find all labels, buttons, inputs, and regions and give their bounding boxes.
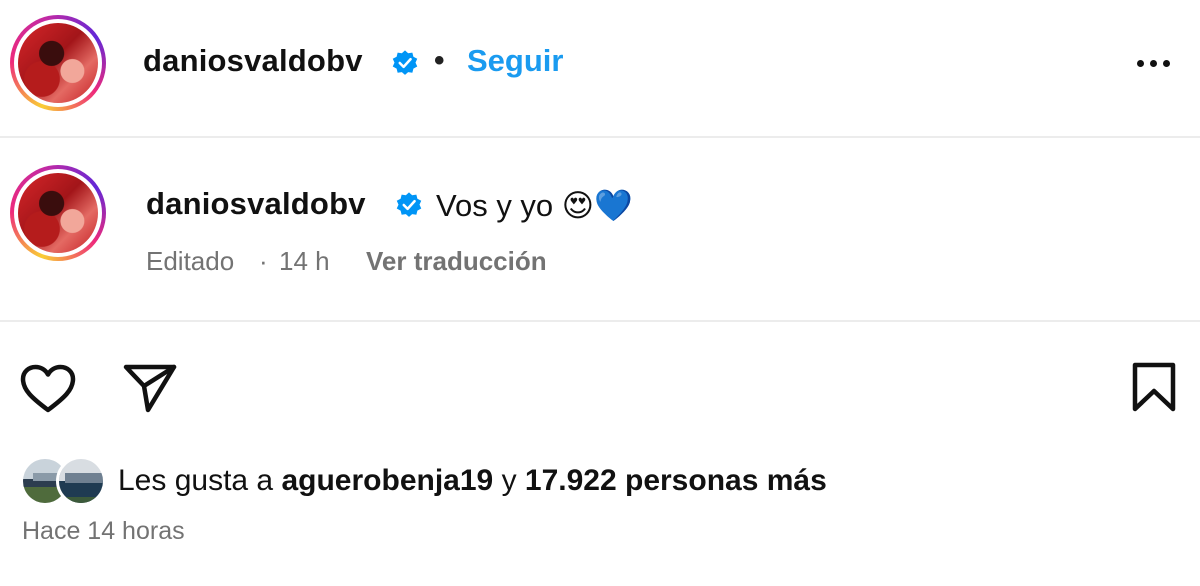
avatar-image xyxy=(18,23,98,103)
caption-time[interactable]: 14 h xyxy=(279,246,330,277)
edited-label: Editado xyxy=(146,246,235,276)
more-options-icon[interactable] xyxy=(1137,60,1170,67)
verified-badge-icon xyxy=(392,50,418,75)
header-divider xyxy=(0,136,1200,138)
likes-prefix: Les gusta a xyxy=(118,464,274,497)
header-username[interactable]: daniosvaldobv xyxy=(143,43,363,79)
send-icon[interactable] xyxy=(122,362,178,414)
liker-username[interactable]: aguerobenja19 xyxy=(281,464,493,497)
caption-username[interactable]: daniosvaldobv xyxy=(146,186,366,222)
likes-conjunction: y xyxy=(501,464,517,497)
header-separator: • xyxy=(434,44,445,77)
heart-icon[interactable] xyxy=(20,364,76,414)
likes-others-count[interactable]: 17.922 personas más xyxy=(525,464,827,497)
caption-avatar[interactable] xyxy=(10,165,106,261)
bookmark-icon[interactable] xyxy=(1130,361,1178,413)
meta-separator: · xyxy=(259,246,268,276)
profile-avatar[interactable] xyxy=(10,15,106,111)
likes-summary[interactable]: Les gusta a aguerobenja19 y 17.922 perso… xyxy=(118,464,827,498)
post-header: daniosvaldobv • Seguir xyxy=(0,0,1200,137)
post-timestamp: Hace 14 horas xyxy=(22,517,185,545)
see-translation-link[interactable]: Ver traducción xyxy=(366,246,547,277)
avatar-image xyxy=(18,173,98,253)
caption-text: Vos y yo 😍💙 xyxy=(436,188,633,223)
follow-button[interactable]: Seguir xyxy=(467,43,563,79)
verified-badge-icon xyxy=(396,192,422,217)
likers-avatars[interactable] xyxy=(20,456,110,506)
liker-avatar xyxy=(56,456,106,506)
caption-divider xyxy=(0,320,1200,322)
